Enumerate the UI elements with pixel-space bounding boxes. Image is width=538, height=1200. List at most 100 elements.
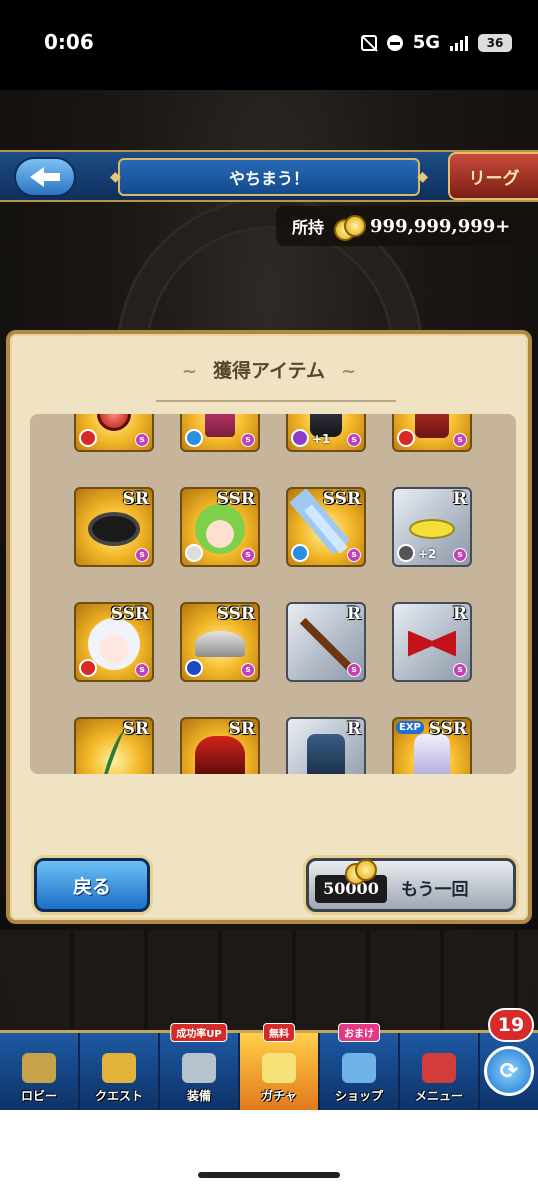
element-icon: [397, 429, 415, 447]
rarity-label: SR: [122, 719, 149, 739]
element-icon: [291, 429, 309, 447]
item-card[interactable]: Rs: [286, 717, 366, 774]
nav-item-3[interactable]: 無料 ガチャ: [240, 1023, 320, 1110]
item-card[interactable]: SSR s: [286, 487, 366, 567]
rarity-label: SSR: [110, 604, 149, 624]
item-image: [414, 733, 450, 774]
panel-heading: ~ 獲得アイテム ~: [10, 356, 528, 383]
element-icon: [397, 544, 415, 562]
league-button[interactable]: リーグ: [448, 152, 538, 200]
s-rank-icon: s: [453, 548, 467, 562]
item-card[interactable]: s: [392, 414, 472, 452]
draw-again-button[interactable]: 50000 もう一回: [306, 858, 516, 912]
bottom-navigation: ロビー クエスト 成功率UP 装備 無料 ガチャ おまけ ショップ メニュー: [0, 1023, 538, 1110]
element-icon: [291, 544, 309, 562]
item-card[interactable]: SSR s: [180, 487, 260, 567]
nav-label: ガチャ: [261, 1089, 297, 1103]
rarity-label: SSR: [216, 489, 255, 509]
back-arrow-icon: [30, 167, 60, 187]
battery-icon: 36: [478, 33, 512, 52]
status-bar: 0:06 5G 36: [0, 0, 538, 90]
item-card[interactable]: R +2 s: [392, 487, 472, 567]
screen-title: やちまう！: [110, 158, 428, 196]
item-card[interactable]: SRs: [180, 717, 260, 774]
item-image: [97, 414, 131, 431]
notification-badge: 19: [488, 1008, 534, 1042]
item-image: [88, 511, 140, 546]
gacha-icon: [262, 1053, 296, 1083]
s-rank-icon: s: [241, 548, 255, 562]
nav-label: ショップ: [334, 1089, 383, 1103]
item-image: [195, 630, 245, 657]
panel-title: 獲得アイテム: [212, 360, 326, 382]
element-icon: [79, 659, 97, 677]
do-not-disturb-icon: [386, 34, 403, 51]
coin-icon: [334, 215, 367, 241]
item-image: [409, 518, 455, 539]
item-card[interactable]: Rs: [286, 602, 366, 682]
return-button[interactable]: 戻る: [34, 858, 150, 912]
divider: [156, 400, 396, 402]
item-grid-scroll[interactable]: ss+1ssSRsSSRsSSRsR+2sSSRsSSRsRsRsSRsSRsR…: [30, 414, 516, 774]
item-card[interactable]: s: [180, 414, 260, 452]
clock: 0:06: [44, 30, 94, 54]
item-image: [307, 733, 345, 774]
item-card[interactable]: Rs: [392, 602, 472, 682]
s-rank-icon: s: [453, 663, 467, 677]
currency-display: 所持 999,999,999+: [276, 206, 538, 246]
s-rank-icon: s: [453, 433, 467, 447]
ornament-right-icon: ~: [341, 361, 357, 382]
draw-again-label: もう一回: [401, 880, 469, 900]
equipment-icon: [182, 1053, 216, 1083]
rarity-label: R: [346, 719, 361, 739]
item-card[interactable]: EXPSSRs: [392, 717, 472, 774]
item-image: [408, 630, 456, 657]
rarity-label: SSR: [428, 719, 467, 739]
s-rank-icon: s: [135, 663, 149, 677]
nav-item-5[interactable]: メニュー: [400, 1033, 480, 1110]
home-gesture-bar[interactable]: [198, 1172, 340, 1178]
refresh-button[interactable]: ⟳: [484, 1046, 534, 1096]
item-image: [99, 729, 129, 774]
nav-item-2[interactable]: 成功率UP 装備: [160, 1023, 240, 1110]
rarity-label: SR: [228, 719, 255, 739]
nav-label: ロビー: [20, 1089, 57, 1103]
item-card[interactable]: +1 s: [286, 414, 366, 452]
item-image: [195, 503, 245, 554]
rarity-label: SSR: [322, 489, 361, 509]
enhance-level: +2: [418, 547, 437, 561]
item-card[interactable]: SSR s: [180, 602, 260, 682]
quest-icon: [102, 1053, 136, 1083]
rarity-label: R: [452, 604, 467, 624]
item-image: [205, 414, 235, 437]
enhance-level: +1: [312, 432, 331, 446]
s-rank-icon: s: [241, 433, 255, 447]
nav-item-1[interactable]: クエスト: [80, 1033, 160, 1110]
s-rank-icon: s: [135, 548, 149, 562]
signal-icon: [450, 35, 468, 51]
s-rank-icon: s: [135, 433, 149, 447]
currency-amount: 999,999,999+: [370, 215, 511, 237]
status-icons: 5G 36: [360, 32, 512, 53]
item-card[interactable]: SSR s: [74, 602, 154, 682]
s-rank-icon: s: [241, 663, 255, 677]
currency-label: 所持: [292, 218, 325, 237]
lobby-icon: [22, 1053, 56, 1083]
network-type: 5G: [412, 32, 440, 53]
s-rank-icon: s: [347, 548, 361, 562]
item-image: [195, 735, 245, 774]
rarity-label: R: [452, 489, 467, 509]
item-grid: ss+1ssSRsSSRsSSRsR+2sSSRsSSRsRsRsSRsSRsR…: [74, 414, 472, 774]
s-rank-icon: s: [347, 663, 361, 677]
nav-item-0[interactable]: ロビー: [0, 1033, 80, 1110]
nav-tag: 成功率UP: [170, 1023, 228, 1042]
nav-item-4[interactable]: おまけ ショップ: [320, 1023, 400, 1110]
rarity-label: SSR: [216, 604, 255, 624]
header-back-button[interactable]: [14, 157, 76, 197]
cost-coin-icon: [345, 859, 377, 885]
item-card[interactable]: SRs: [74, 487, 154, 567]
element-icon: [185, 544, 203, 562]
item-card[interactable]: s: [74, 414, 154, 452]
mute-icon: [360, 34, 377, 51]
item-card[interactable]: SRs: [74, 717, 154, 774]
